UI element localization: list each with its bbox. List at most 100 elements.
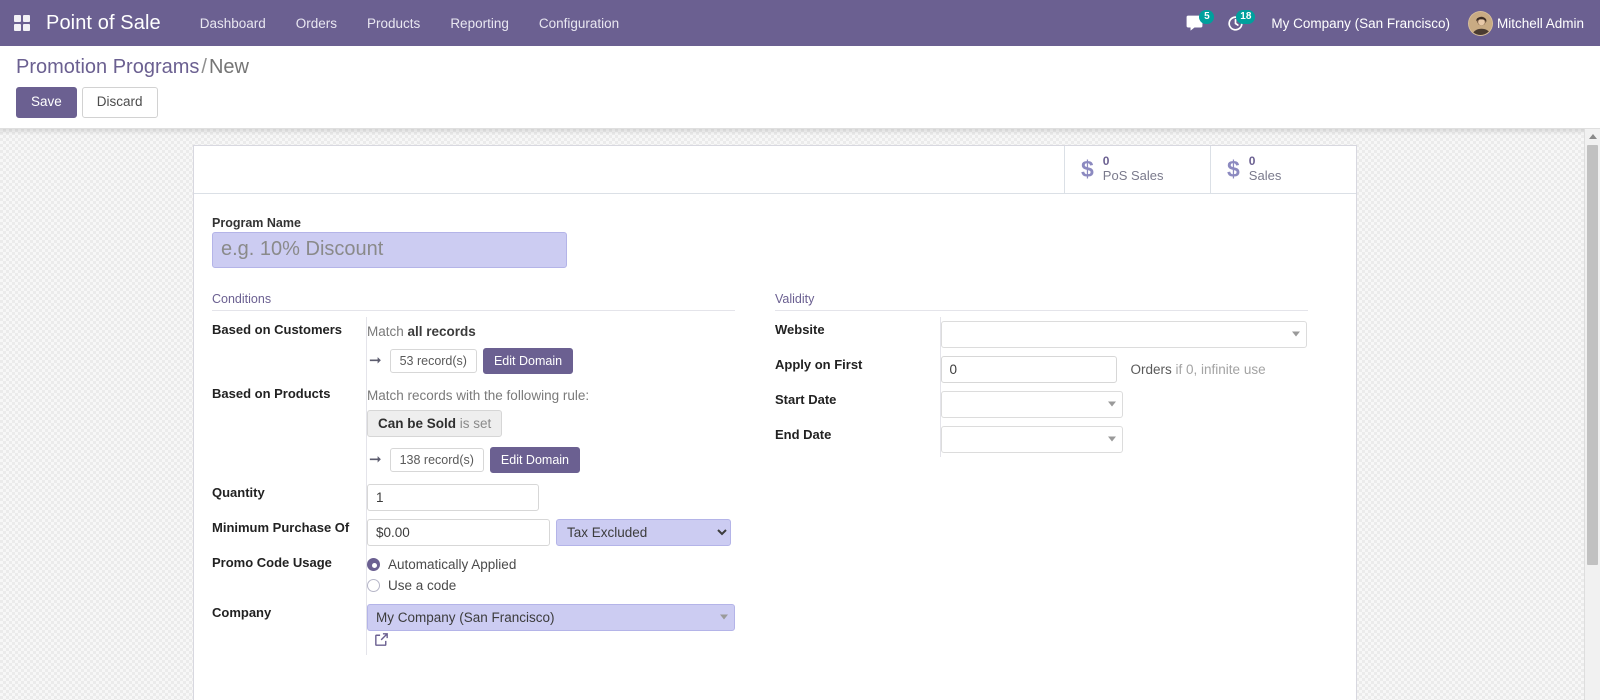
products-edit-domain-button[interactable]: Edit Domain [489, 446, 581, 473]
navbar-right-section: 5 18 My Company (San Francisco) Mitchell… [1175, 2, 1590, 45]
label-company: Company [212, 604, 272, 620]
customers-match-line: Match all records [367, 321, 735, 341]
customers-match-value: all records [407, 323, 476, 339]
customers-record-count[interactable]: 53 record(s) [389, 348, 477, 373]
breadcrumb-current: New [208, 56, 249, 78]
field-row-end-date: End Date [775, 421, 1308, 457]
apply-on-first-hint: Orders if 0, infinite use [1131, 362, 1266, 377]
field-row-start-date: Start Date [775, 386, 1308, 422]
label-website: Website [775, 321, 825, 337]
stat-value-sales: 0 [1248, 154, 1256, 169]
stat-button-pos-sales[interactable]: $ 0 PoS Sales [1064, 145, 1210, 193]
discard-button[interactable]: Discard [81, 87, 158, 118]
radio-label-automatically-applied[interactable]: Automatically Applied [388, 557, 516, 572]
promo-option-code-row[interactable]: Use a code [367, 575, 735, 596]
radio-use-a-code[interactable] [367, 578, 380, 592]
field-row-minimum-purchase: Minimum Purchase Of Tax Excluded Tax Inc… [212, 514, 735, 550]
field-row-company: Company [212, 599, 735, 655]
products-match-line: Match records with the following rule: [367, 387, 590, 403]
field-row-promo-code-usage: Promo Code Usage Automatically Applied U… [212, 549, 735, 600]
minimum-purchase-input[interactable] [367, 518, 550, 546]
label-quantity: Quantity [212, 484, 265, 500]
form-action-buttons: Save Discard [16, 87, 1584, 118]
arrow-right-icon: ➞ [369, 451, 382, 469]
company-switcher[interactable]: My Company (San Francisco) [1257, 2, 1464, 45]
products-rule-field: Can be Sold [378, 415, 457, 431]
menu-item-orders[interactable]: Orders [281, 2, 352, 45]
apply-on-first-note: if 0, infinite use [1175, 361, 1266, 377]
program-name-group: Program Name [212, 216, 1338, 268]
field-row-quantity: Quantity [212, 479, 735, 515]
company-input[interactable] [367, 603, 735, 631]
breadcrumb-root[interactable]: Promotion Programs [16, 56, 199, 78]
products-record-count[interactable]: 138 record(s) [389, 447, 484, 472]
apply-on-first-unit: Orders [1130, 361, 1172, 377]
dollar-icon: $ [1081, 155, 1094, 182]
products-domain-rule[interactable]: Can be Sold is set [367, 409, 503, 437]
company-m2o[interactable] [367, 603, 735, 631]
validity-group: Validity Website Apply on First 0 Orders… [775, 292, 1338, 655]
scroll-thumb[interactable] [1587, 144, 1598, 565]
top-navbar: Point of Sale Dashboard Orders Products … [0, 0, 1600, 46]
website-input[interactable] [940, 320, 1307, 348]
field-row-website: Website [775, 316, 1308, 352]
breadcrumb-separator: / [201, 56, 207, 78]
apps-grid-icon [14, 15, 30, 31]
website-m2o[interactable] [940, 320, 1307, 348]
external-link-icon [375, 633, 388, 646]
program-name-label: Program Name [212, 215, 301, 230]
messages-badge: 5 [1199, 9, 1215, 24]
user-name: Mitchell Admin [1496, 15, 1584, 31]
field-row-apply-on-first: Apply on First Orders if 0, infinite use [775, 351, 1308, 387]
validity-title: Validity [775, 292, 1308, 311]
label-end-date: End Date [775, 426, 832, 442]
vertical-scrollbar[interactable] [1584, 128, 1600, 700]
quantity-input[interactable] [367, 483, 539, 511]
end-date-input[interactable] [940, 425, 1123, 453]
menu-item-configuration[interactable]: Configuration [524, 2, 634, 45]
content-area: $ 0 PoS Sales $ 0 Sales Program Name e.g… [0, 128, 1600, 700]
menu-item-dashboard[interactable]: Dashboard [185, 2, 281, 45]
conditions-title: Conditions [212, 292, 735, 311]
label-promo-code-usage: Promo Code Usage [212, 554, 332, 570]
tax-mode-select[interactable]: Tax Excluded Tax Included [556, 518, 731, 546]
stat-label-pos-sales: PoS Sales [1102, 168, 1164, 184]
field-row-based-on-products: Based on Products Match records with the… [212, 380, 735, 480]
menu-item-reporting[interactable]: Reporting [435, 2, 524, 45]
main-menu: Dashboard Orders Products Reporting Conf… [185, 2, 634, 45]
customers-edit-domain-button[interactable]: Edit Domain [482, 347, 574, 374]
apply-on-first-input[interactable] [940, 355, 1117, 383]
dollar-icon: $ [1227, 155, 1240, 182]
menu-item-products[interactable]: Products [352, 2, 435, 45]
control-panel: Promotion Programs / New Save Discard [0, 46, 1600, 129]
conditions-group: Conditions Based on Customers Match all … [212, 292, 775, 655]
apps-menu-button[interactable] [0, 0, 44, 46]
breadcrumb: Promotion Programs / New [16, 54, 1584, 85]
radio-automatically-applied[interactable] [367, 557, 380, 571]
customers-record-row: ➞ 53 record(s) Edit Domain [367, 347, 735, 374]
user-menu[interactable]: Mitchell Admin [1464, 10, 1590, 36]
avatar [1467, 10, 1493, 36]
label-based-on-customers: Based on Customers [212, 321, 343, 337]
app-brand-title[interactable]: Point of Sale [44, 12, 167, 35]
activities-button[interactable]: 18 [1216, 6, 1257, 41]
start-date-picker[interactable] [940, 390, 1123, 418]
label-minimum-purchase: Minimum Purchase Of [212, 519, 350, 535]
form-sheet: $ 0 PoS Sales $ 0 Sales Program Name e.g… [193, 144, 1357, 700]
label-start-date: Start Date [775, 391, 837, 407]
stat-button-sales[interactable]: $ 0 Sales [1210, 145, 1356, 193]
start-date-input[interactable] [940, 390, 1123, 418]
save-button[interactable]: Save [16, 87, 77, 118]
messages-button[interactable]: 5 [1175, 6, 1216, 41]
label-based-on-products: Based on Products [212, 385, 331, 401]
scroll-up-arrow-icon[interactable] [1585, 128, 1600, 145]
form-body: Program Name Conditions Based on Custome… [194, 194, 1356, 681]
end-date-picker[interactable] [940, 425, 1123, 453]
promo-option-auto-row[interactable]: Automatically Applied [367, 554, 735, 575]
arrow-right-icon: ➞ [369, 352, 382, 370]
program-name-input[interactable] [212, 231, 567, 268]
radio-label-use-a-code[interactable]: Use a code [388, 578, 456, 593]
products-rule-operator: is set [459, 415, 492, 431]
field-row-based-on-customers: Based on Customers Match all records ➞ 5… [212, 316, 735, 381]
company-external-link-button[interactable] [373, 631, 390, 651]
